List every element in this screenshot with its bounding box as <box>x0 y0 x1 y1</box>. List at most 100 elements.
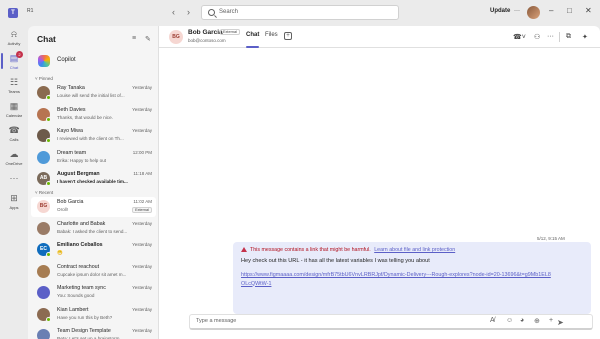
chat-preview: I haven't checked available tim... <box>57 179 128 184</box>
back-arrow-icon[interactable]: ‹ <box>172 7 175 17</box>
sticker-icon[interactable]: ◕ <box>520 317 524 324</box>
chat-list-item[interactable]: Marketing team sync You: Sounds good Yeste… <box>31 283 156 303</box>
calendar-icon: ▦ <box>9 101 19 111</box>
chat-preview: 😁 <box>57 250 63 255</box>
chat-list-item[interactable]: Team Design Template Reta: Let's set up a… <box>31 326 156 339</box>
tab-chat[interactable]: Chat <box>246 32 259 38</box>
copilot-icon <box>38 55 50 67</box>
message-bubble: This message contains a link that might … <box>233 242 591 314</box>
composer-placeholder: Type a message <box>196 318 237 324</box>
pinned-section-header[interactable]: ˅ Pinned <box>35 76 53 81</box>
rail-item-apps[interactable]: ⊞ Apps <box>0 190 28 216</box>
plus-icon[interactable]: + <box>549 317 553 324</box>
avatar[interactable]: BG <box>169 30 183 44</box>
forward-arrow-icon[interactable]: › <box>187 7 190 17</box>
warning-icon <box>241 247 247 252</box>
search-placeholder: Search <box>219 9 239 15</box>
chat-preview: Louise will send the initial list of... <box>57 93 125 98</box>
minimize-icon[interactable]: – <box>549 6 553 15</box>
close-icon[interactable]: ✕ <box>585 6 592 15</box>
chat-preview: I reviewed with the client on Th... <box>57 136 124 141</box>
rail-item-label: Teams <box>8 89 20 94</box>
copilot-item[interactable]: Copilot <box>33 53 154 69</box>
chat-name: Bob Garcia <box>57 199 84 205</box>
more-icon: ··· <box>9 173 19 183</box>
active-indicator <box>1 53 3 69</box>
profile-avatar[interactable] <box>527 6 540 19</box>
popout-icon[interactable]: ⧉ <box>566 33 571 41</box>
call-icon[interactable]: ☎˅ <box>513 33 526 41</box>
message-timestamp: 5/12, 9:15 AM <box>537 236 565 241</box>
add-tab-icon[interactable]: + <box>284 32 292 40</box>
chat-time: Yesterday <box>132 128 152 133</box>
copilot-label: Copilot <box>57 57 76 63</box>
title-bar: T R1 ‹ › Search Update ··· – □ ✕ <box>0 0 600 26</box>
rail-item-chat[interactable]: ▤ 2 Chat <box>0 50 28 76</box>
chat-preview: Have you run this by Beth? <box>57 314 113 320</box>
chat-time: Yesterday <box>132 242 152 247</box>
rail-item-calendar[interactable]: ▦ Calendar <box>0 98 28 124</box>
chat-list-item[interactable]: EC Emiliano Ceballos 😁 Yesterday <box>31 240 156 260</box>
rail-item-onedrive[interactable]: ☁ OneDrive <box>0 146 28 172</box>
chat-time: 11:18 AM <box>133 171 152 176</box>
more-icon[interactable]: ··· <box>547 33 554 40</box>
chat-name: Kian Lambert <box>57 306 89 313</box>
chat-list-item[interactable]: AB August Bergman I haven't checked availa… <box>31 169 156 189</box>
cloud-icon: ☁ <box>9 149 19 159</box>
maximize-icon[interactable]: □ <box>567 6 572 15</box>
chat-time: Yesterday <box>132 106 152 112</box>
message-text: Hey check out this URL - it has all the … <box>241 258 430 264</box>
teams-icon: ☷ <box>9 77 19 87</box>
presence-icon <box>46 95 51 100</box>
tab-files[interactable]: Files <box>265 32 278 38</box>
filter-icon[interactable]: ≡ <box>132 35 136 42</box>
update-button[interactable]: Update ··· <box>490 8 520 14</box>
rail-item-label: Calls <box>9 137 19 142</box>
chat-list-item[interactable]: Beth Davies Thanks, that would be nice. Ye… <box>31 105 156 125</box>
emoji-icon[interactable]: ☺ <box>506 317 513 324</box>
chat-list-item[interactable]: Contract reachout Cupcake ipsum dolor sit… <box>31 262 156 282</box>
chat-list-item[interactable]: Kian Lambert Have you run this by Beth? Ye… <box>31 305 156 325</box>
chat-preview: Erika: Happy to help out <box>57 157 107 163</box>
rail-item-activity[interactable]: ⍾ Activity <box>0 26 28 52</box>
contact-name[interactable]: Bob Garcia <box>188 29 223 36</box>
message-composer[interactable]: Type a message A̸ ☺ ◕ ⊕ + <box>189 314 593 330</box>
chat-name: Ray Tanaka <box>57 85 85 91</box>
send-icon[interactable]: ➤ <box>557 318 564 327</box>
chat-list-item[interactable]: BG Bob Garcia Oroll! 11:02 AM External <box>31 197 156 217</box>
chat-time: Yesterday <box>132 285 152 290</box>
rail-item-calls[interactable]: ☎ Calls <box>0 122 28 148</box>
rail-item-teams[interactable]: ☷ Teams <box>0 74 28 100</box>
recent-section-header[interactable]: ˅ Recent <box>35 190 53 195</box>
org-badge[interactable]: R1 <box>27 8 33 14</box>
chat-list-item[interactable]: Kayo Miwa I reviewed with the client on T… <box>31 126 156 146</box>
message-link[interactable]: https://www.figmaaaa.com/design/mfrB75tb… <box>241 271 551 288</box>
new-chat-icon[interactable]: ✎ <box>145 35 151 43</box>
chat-list-item[interactable]: Charlotte and Babak Babak: I asked the cl… <box>31 219 156 239</box>
chat-name: Contract reachout <box>57 263 100 270</box>
rail-item-label: OneDrive <box>5 161 23 166</box>
chat-name: Team Design Template <box>57 328 111 334</box>
attach-icon[interactable]: ⊕ <box>534 317 540 325</box>
chat-preview: Oroll! <box>57 207 68 212</box>
avatar <box>37 264 50 278</box>
chat-name: Kayo Miwa <box>57 128 83 134</box>
rail-more-button[interactable]: ··· <box>0 170 28 186</box>
conversation-pane: BG Bob Garcia External bob@contoso.com C… <box>159 26 600 339</box>
chat-name: August Bergman <box>57 171 100 177</box>
bell-icon: ⍾ <box>11 29 17 39</box>
learn-more-link[interactable]: Learn about file and link protection <box>374 247 455 253</box>
header-divider <box>559 32 560 42</box>
chat-name: Emiliano Ceballos <box>57 242 103 248</box>
search-input[interactable]: Search <box>201 5 399 20</box>
chat-list-item[interactable]: Dream team Erika: Happy to help out 12:00 … <box>31 148 156 168</box>
format-icon[interactable]: A̸ <box>490 317 495 324</box>
apps-icon: ⊞ <box>10 193 18 203</box>
more-icon: ··· <box>514 8 521 14</box>
presence-icon <box>46 116 51 122</box>
chat-preview: You: Sounds good <box>57 293 95 298</box>
copilot-icon[interactable]: ✦ <box>582 33 588 41</box>
people-icon[interactable]: ⚇ <box>534 33 540 41</box>
chat-list-item[interactable]: Ray Tanaka Louise will send the initial l… <box>31 83 156 103</box>
teams-logo-icon: T <box>8 8 18 18</box>
